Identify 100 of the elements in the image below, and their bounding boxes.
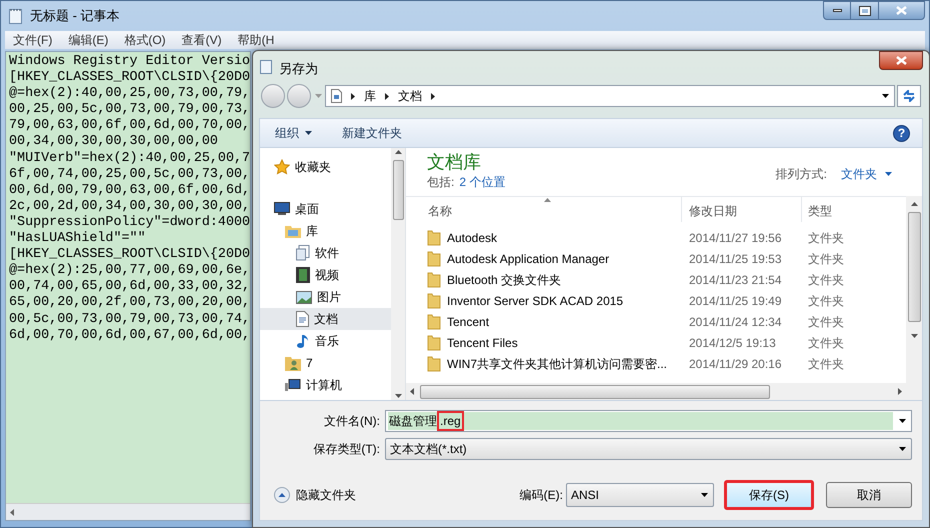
notepad-icon <box>260 59 272 74</box>
text-line: 6f,00,74,00,25,00,5c,00,73,00, <box>9 166 250 183</box>
file-row[interactable]: Tencent 2014/11/24 12:34 文件夹 <box>406 311 906 332</box>
text-line: 00,25,00,5c,00,73,00,79,00,73, <box>9 102 250 118</box>
file-row[interactable]: Autodesk 2014/11/27 19:56 文件夹 <box>406 227 906 248</box>
close-icon <box>896 6 907 15</box>
forward-button[interactable] <box>287 84 311 108</box>
horizontal-scrollbar[interactable] <box>406 383 906 400</box>
file-type: 文件夹 <box>807 314 844 330</box>
filename-extension: .reg <box>437 411 464 431</box>
breadcrumb-item[interactable]: 文档 <box>398 87 422 105</box>
horizontal-scrollbar[interactable] <box>6 503 250 520</box>
locations-link[interactable]: 2 个位置 <box>459 173 506 191</box>
scroll-left-icon <box>10 508 14 516</box>
close-button[interactable] <box>878 1 925 20</box>
text-line: 00,74,00,65,00,6d,00,33,00,32, <box>9 279 250 295</box>
menu-item[interactable]: 查看(V) <box>182 31 222 49</box>
nav-item[interactable]: 库 <box>260 220 391 242</box>
vertical-scrollbar[interactable] <box>906 196 922 400</box>
close-button[interactable] <box>879 51 923 70</box>
caret-icon <box>885 172 892 176</box>
file-row[interactable]: WIN7共享文件夹其他计算机访问需要密... 2014/11/29 20:16 文件夹 <box>406 353 906 374</box>
save-button[interactable]: 保存(S) <box>724 480 814 510</box>
scroll-up-icon <box>394 150 402 154</box>
file-date: 2014/11/29 20:16 <box>688 356 783 372</box>
encoding-dropdown[interactable]: ANSI <box>566 483 714 507</box>
nav-item[interactable]: 音乐 <box>260 330 391 352</box>
new-folder-button[interactable]: 新建文件夹 <box>342 124 402 142</box>
menu-item[interactable]: 文件(F) <box>13 31 52 49</box>
column-header[interactable]: 类型 <box>802 197 906 222</box>
organize-button[interactable]: 组织 <box>275 124 312 142</box>
text-line: @=hex(2):40,00,25,00,73,00,79, <box>9 86 250 102</box>
column-header[interactable]: 修改日期 <box>682 197 802 222</box>
nav-item[interactable]: 计算机 <box>260 374 391 396</box>
encoding-label: 编码(E): <box>520 487 563 504</box>
folder-icon <box>427 230 441 246</box>
text-line: "SuppressionPolicy"=dword:4000 <box>9 214 250 231</box>
text-line: [HKEY_CLASSES_ROOT\CLSID\{20D0 <box>9 247 250 263</box>
window-title: 无标题 - 记事本 <box>30 7 120 26</box>
menu-item[interactable]: 帮助(H <box>238 31 274 49</box>
file-name: Inventor Server SDK ACAD 2015 <box>447 292 624 310</box>
collapse-icon <box>274 487 290 503</box>
file-type: 文件夹 <box>807 272 844 288</box>
computer-icon <box>285 379 301 391</box>
nav-item[interactable]: 桌面 <box>260 198 391 220</box>
hide-folders-button[interactable]: 隐藏文件夹 <box>274 486 356 504</box>
caret-icon <box>314 94 322 98</box>
cancel-button[interactable]: 取消 <box>826 482 912 508</box>
caret-icon <box>898 447 906 451</box>
text-line: 00,5c,00,73,00,79,00,73,00,74, <box>9 312 250 328</box>
text-line: @=hex(2):25,00,77,00,69,00,6e, <box>9 263 250 279</box>
file-row[interactable]: Autodesk Application Manager 2014/11/25 19:53 文件夹 <box>406 248 906 269</box>
file-name: Autodesk <box>447 230 498 246</box>
refresh-button[interactable] <box>897 85 921 107</box>
filetype-dropdown[interactable]: 文本文档(*.txt) <box>385 438 912 460</box>
film-icon <box>296 267 310 283</box>
file-date: 2014/11/27 19:56 <box>688 230 783 246</box>
scroll-right-icon <box>898 388 902 395</box>
scroll-thumb[interactable] <box>392 160 404 220</box>
nav-item[interactable]: 图片 <box>260 286 391 308</box>
caret-icon <box>898 419 906 423</box>
column-header[interactable]: 名称 <box>406 197 682 222</box>
filetype-label: 保存类型(T): <box>312 441 381 458</box>
caret-icon <box>305 131 312 135</box>
minimize-button[interactable] <box>823 1 851 20</box>
breadcrumb-item[interactable]: 库 <box>364 87 376 105</box>
caret-icon <box>882 94 889 98</box>
file-type: 文件夹 <box>807 334 844 352</box>
document-icon <box>296 311 309 327</box>
vertical-scrollbar[interactable] <box>391 148 405 400</box>
document-stack-icon <box>296 245 310 261</box>
back-button[interactable] <box>261 84 285 108</box>
text-line: 79,00,63,00,6f,00,6d,00,70,00, <box>9 118 250 134</box>
nav-item[interactable]: 软件 <box>260 242 391 264</box>
filename-field[interactable]: 磁盘管理 .reg <box>385 410 912 432</box>
scroll-thumb[interactable] <box>908 212 920 322</box>
nav-item[interactable]: 收藏夹 <box>260 156 391 178</box>
folder-icon <box>427 334 441 350</box>
file-row[interactable]: Tencent Files 2014/12/5 19:13 文件夹 <box>406 332 906 353</box>
file-type: 文件夹 <box>807 250 844 268</box>
maximize-button[interactable] <box>851 1 878 20</box>
nav-item[interactable]: 视频 <box>260 264 391 286</box>
file-name: Bluetooth 交换文件夹 <box>447 272 562 288</box>
notepad-icon <box>9 8 22 24</box>
address-bar[interactable]: 库 文档 <box>325 85 895 107</box>
sort-dropdown[interactable]: 文件夹 <box>841 165 892 183</box>
file-date: 2014/11/25 19:49 <box>688 292 783 310</box>
nav-item[interactable]: 7 <box>260 352 391 374</box>
scroll-left-icon <box>410 388 414 395</box>
menu-item[interactable]: 格式(O) <box>124 31 166 49</box>
file-row[interactable]: Bluetooth 交换文件夹 2014/11/23 21:54 文件夹 <box>406 269 906 290</box>
menu-item[interactable]: 编辑(E) <box>68 31 108 49</box>
file-row[interactable]: Inventor Server SDK ACAD 2015 2014/11/25 19:49 文件夹 <box>406 290 906 311</box>
library-title: 文档库 <box>427 151 482 173</box>
user-folder-icon <box>285 355 301 371</box>
help-button[interactable]: ? <box>893 124 910 142</box>
nav-item[interactable]: 文档 <box>260 308 391 330</box>
dialog-title: 另存为 <box>279 60 318 78</box>
chevron-right-icon <box>385 92 389 100</box>
scroll-thumb[interactable] <box>420 384 770 398</box>
